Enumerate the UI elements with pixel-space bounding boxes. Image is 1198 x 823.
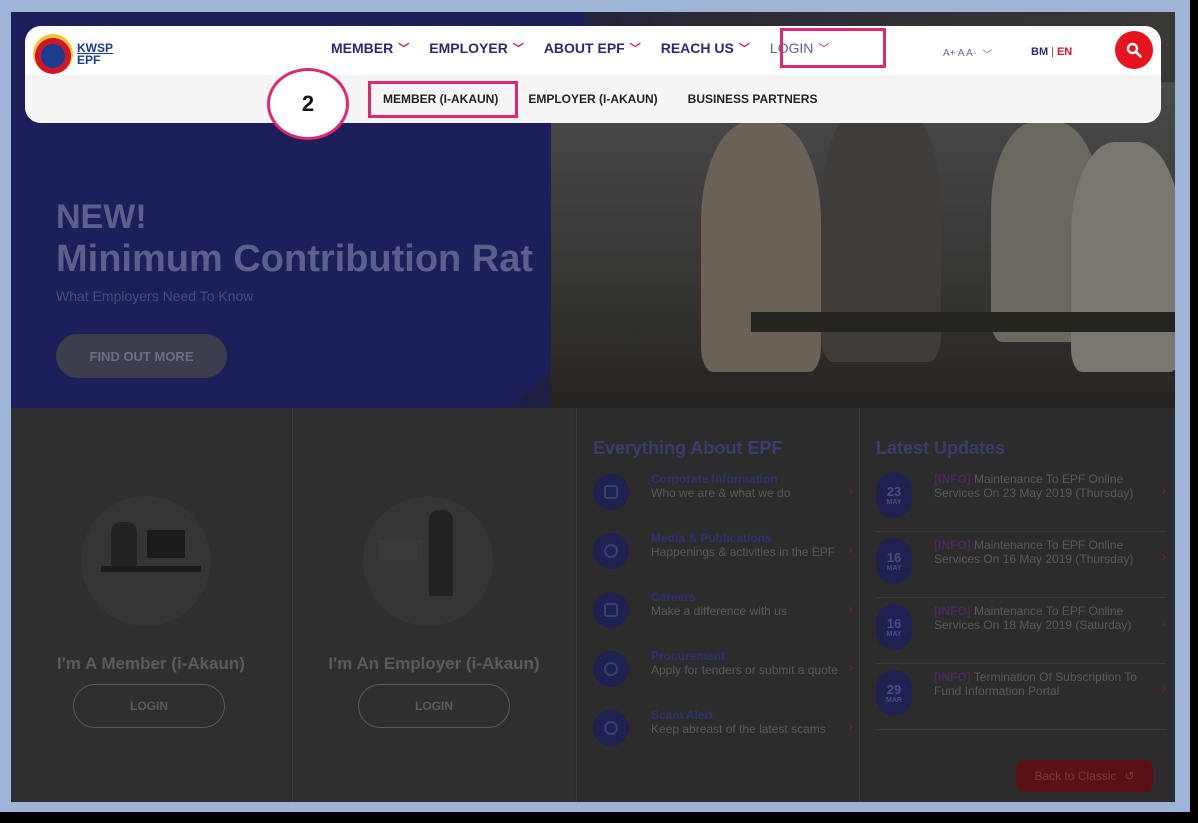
about-epf-list: Corporate Information Who we are & what w… bbox=[593, 472, 853, 767]
step-number-badge: 2 bbox=[267, 68, 349, 140]
font-size-label: A+ A A- bbox=[943, 48, 977, 59]
nav-about-epf-label: ABOUT EPF bbox=[543, 40, 625, 56]
page-viewport: NEW! Minimum Contribution Rat What Emplo… bbox=[11, 12, 1175, 802]
nav-about-epf[interactable]: ABOUT EPF ﹀ bbox=[544, 40, 641, 56]
list-item[interactable]: Scam Alert Keep abreast of the latest sca… bbox=[593, 708, 853, 767]
chevron-right-icon: › bbox=[848, 659, 853, 675]
kwsp-logo-icon bbox=[33, 34, 73, 74]
list-item[interactable]: Corporate Information Who we are & what w… bbox=[593, 472, 853, 531]
chevron-down-icon: ﹀ bbox=[982, 50, 993, 61]
updates-list: 23 MAY [INFO] Maintenance To EPF Online S… bbox=[876, 472, 1166, 736]
nav-member-label: MEMBER bbox=[331, 40, 394, 56]
nav-member[interactable]: MEMBER ﹀ bbox=[331, 40, 409, 56]
login-submenu: MEMBER (I-AKAUN) EMPLOYER (I-AKAUN) BUSI… bbox=[25, 75, 1161, 123]
employer-panel: I'm An Employer (i-Akaun) LOGIN bbox=[292, 408, 575, 802]
person-icon bbox=[111, 522, 137, 566]
nav-reach-us[interactable]: REACH US ﹀ bbox=[661, 40, 750, 56]
person-icon bbox=[429, 510, 453, 596]
hero-table bbox=[751, 312, 1175, 332]
chart-board-icon bbox=[379, 540, 423, 560]
logo-line2: EPF bbox=[77, 53, 101, 67]
nav-employer[interactable]: EMPLOYER ﹀ bbox=[429, 40, 524, 56]
hero-subtitle: What Employers Need To Know bbox=[56, 288, 254, 304]
procurement-search-icon bbox=[593, 651, 629, 687]
latest-updates-panel: Latest Updates 23 MAY [INFO] Maintenance … bbox=[859, 408, 1175, 802]
chevron-right-icon: › bbox=[848, 718, 853, 734]
member-login-button[interactable]: LOGIN bbox=[73, 684, 225, 728]
hero-title: Minimum Contribution Rat bbox=[56, 238, 534, 280]
chevron-right-icon: › bbox=[1161, 548, 1166, 564]
building-icon bbox=[593, 474, 629, 510]
chevron-right-icon: › bbox=[848, 600, 853, 616]
date-badge: 23 MAY bbox=[876, 472, 912, 518]
top-navbar: KWSP EPF MEMBER ﹀ EMPLOYER ﹀ ABOUT EPF ﹀… bbox=[25, 26, 1161, 140]
search-button[interactable] bbox=[1115, 31, 1153, 69]
update-item[interactable]: 16 MAY [INFO] Maintenance To EPF Online S… bbox=[876, 538, 1166, 598]
login-highlight-box bbox=[780, 28, 886, 68]
chevron-down-icon: ﹀ bbox=[398, 43, 410, 55]
list-item[interactable]: Media & Publications Happenings & activit… bbox=[593, 531, 853, 590]
update-item[interactable]: 16 MAY [INFO] Maintenance To EPF Online S… bbox=[876, 604, 1166, 664]
member-panel-title: I'm A Member (i-Akaun) bbox=[57, 654, 245, 673]
font-size-control[interactable]: A+ A A- ﹀ bbox=[943, 46, 992, 61]
chevron-down-icon: ﹀ bbox=[738, 43, 750, 55]
chevron-right-icon: › bbox=[848, 482, 853, 498]
main-nav: MEMBER ﹀ EMPLOYER ﹀ ABOUT EPF ﹀ REACH US… bbox=[331, 40, 849, 56]
nav-reach-us-label: REACH US bbox=[660, 40, 734, 56]
date-badge: 29 MAR bbox=[876, 670, 912, 716]
media-icon bbox=[593, 533, 629, 569]
chevron-right-icon: › bbox=[1161, 614, 1166, 630]
chevron-down-icon: ﹀ bbox=[629, 43, 641, 55]
hero-person bbox=[1071, 142, 1175, 372]
about-epf-title: Everything About EPF bbox=[593, 438, 783, 458]
kwsp-logo[interactable]: KWSP EPF bbox=[33, 34, 113, 74]
briefcase-icon bbox=[593, 592, 629, 628]
back-to-classic-button[interactable]: Back to Classic ↺ bbox=[1016, 760, 1153, 792]
find-out-more-button[interactable]: FIND OUT MORE bbox=[56, 334, 227, 378]
update-item[interactable]: 23 MAY [INFO] Maintenance To EPF Online S… bbox=[876, 472, 1166, 532]
employer-login-button[interactable]: LOGIN bbox=[358, 684, 510, 728]
submenu-employer-i-akaun[interactable]: EMPLOYER (I-AKAUN) bbox=[528, 92, 657, 106]
chevron-right-icon: › bbox=[1161, 680, 1166, 696]
update-item[interactable]: 29 MAR [INFO] Termination Of Subscription… bbox=[876, 670, 1166, 730]
chevron-right-icon: › bbox=[848, 541, 853, 557]
language-switcher: BM | EN bbox=[1031, 46, 1073, 58]
hero-new-label: NEW! bbox=[56, 198, 147, 236]
about-epf-panel: Everything About EPF Corporate Informati… bbox=[576, 408, 858, 802]
undo-icon: ↺ bbox=[1124, 769, 1135, 783]
member-highlight-box bbox=[368, 81, 518, 118]
hero-person bbox=[701, 122, 821, 372]
submenu-business-partners[interactable]: BUSINESS PARTNERS bbox=[688, 92, 818, 106]
date-badge: 16 MAY bbox=[876, 604, 912, 650]
scam-search-icon bbox=[593, 710, 629, 746]
nav-employer-label: EMPLOYER bbox=[429, 40, 508, 56]
employer-panel-title: I'm An Employer (i-Akaun) bbox=[328, 654, 540, 673]
list-item[interactable]: Procurement Apply for tenders or submit a… bbox=[593, 649, 853, 708]
lang-en[interactable]: EN bbox=[1057, 46, 1072, 58]
latest-updates-title: Latest Updates bbox=[876, 438, 1006, 458]
chevron-right-icon: › bbox=[1161, 482, 1166, 498]
member-illustration bbox=[81, 496, 211, 626]
chevron-down-icon: ﹀ bbox=[512, 43, 524, 55]
monitor-icon bbox=[147, 530, 185, 558]
hero-photo bbox=[551, 82, 1175, 408]
lang-bm[interactable]: BM bbox=[1031, 46, 1048, 58]
employer-illustration bbox=[363, 496, 493, 626]
list-item[interactable]: Careers Make a difference with us › bbox=[593, 590, 853, 649]
date-badge: 16 MAY bbox=[876, 538, 912, 584]
search-icon bbox=[1126, 42, 1142, 58]
back-to-classic-label: Back to Classic bbox=[1034, 769, 1117, 783]
desk-icon bbox=[101, 566, 201, 572]
member-panel: I'm A Member (i-Akaun) LOGIN bbox=[11, 408, 291, 802]
